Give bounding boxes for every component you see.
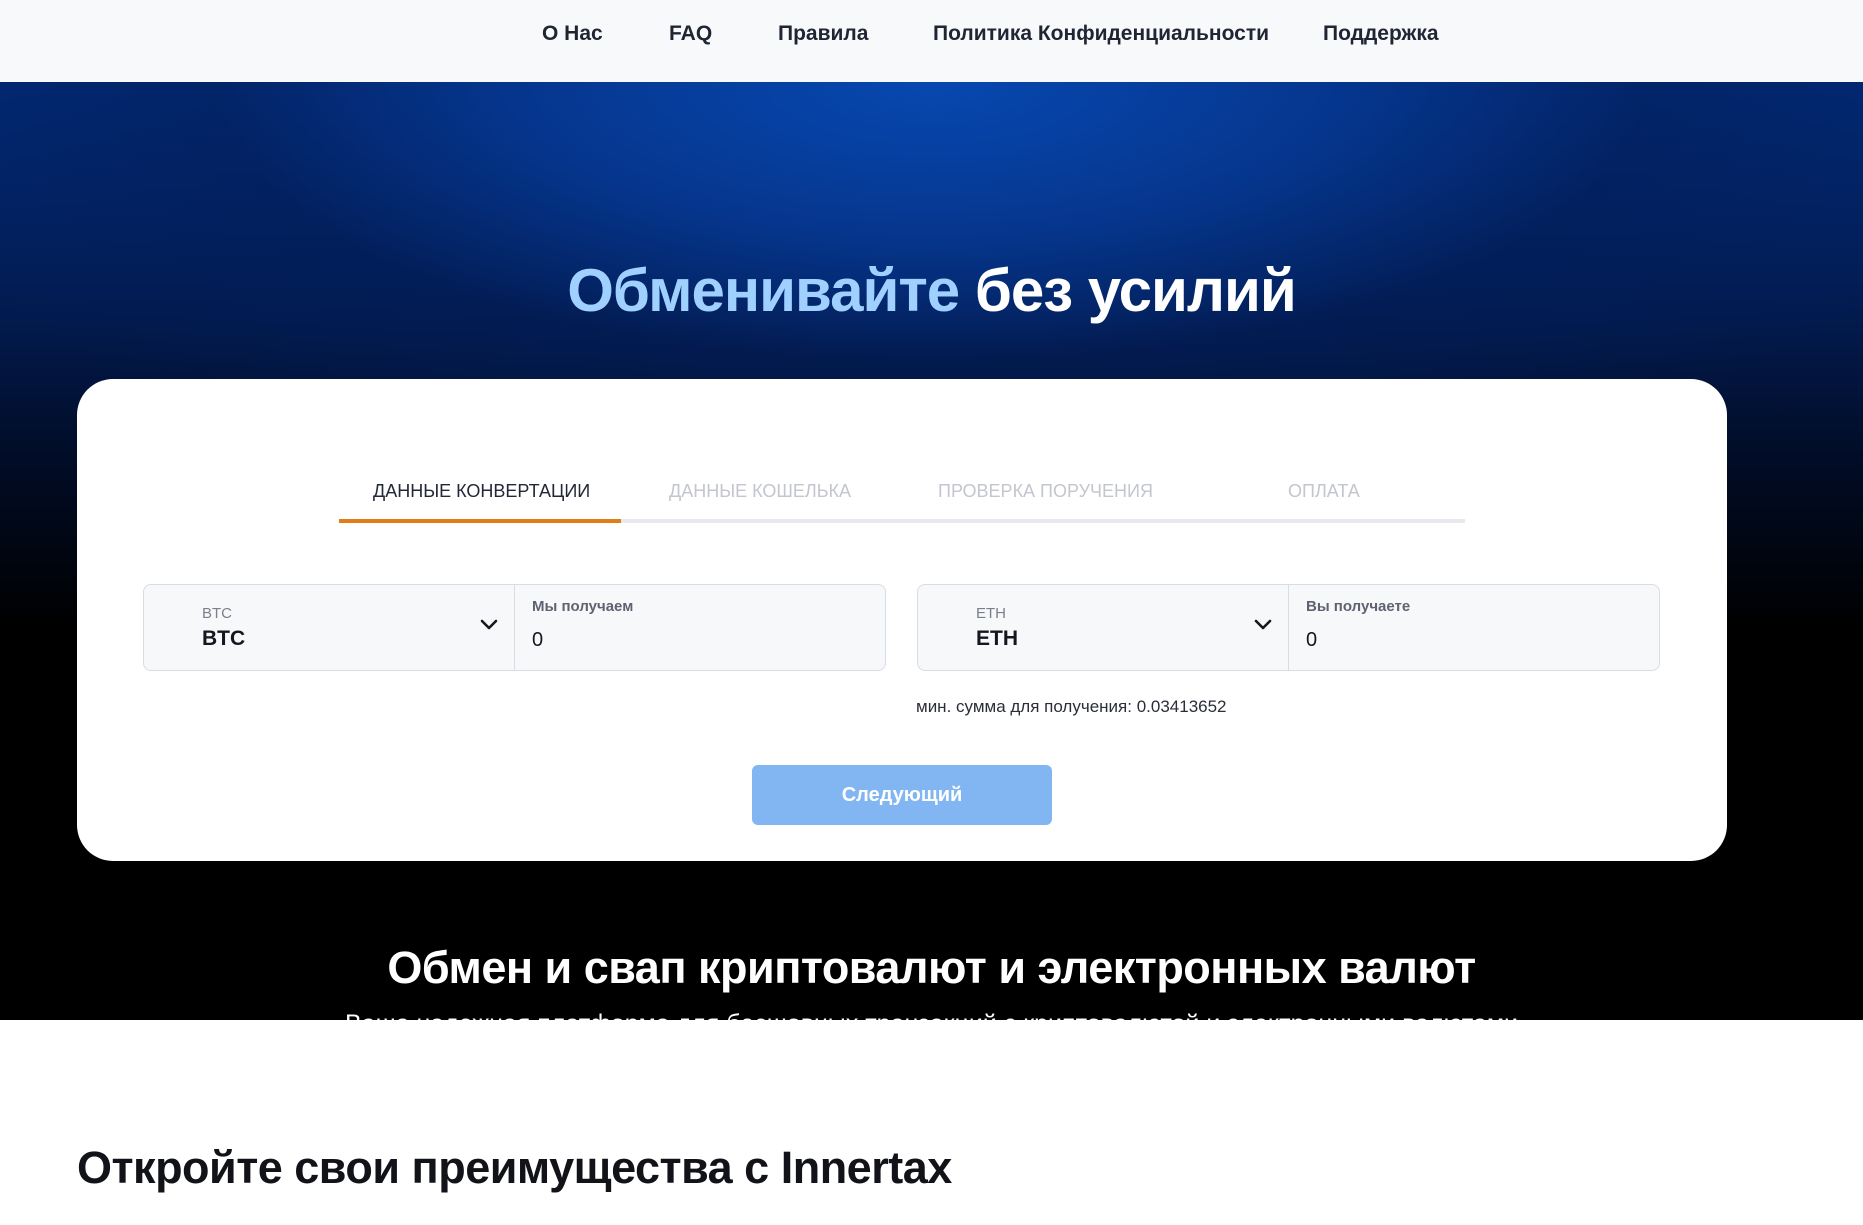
receive-currency-value: ETH bbox=[976, 627, 1018, 650]
top-nav: О Нас FAQ Правила Политика Конфиденциаль… bbox=[0, 0, 1863, 82]
nav-link-support[interactable]: Поддержка bbox=[1323, 22, 1439, 46]
receive-amount-label: Вы получаете bbox=[1306, 598, 1411, 615]
nav-link-privacy-policy[interactable]: Политика Конфиденциальности bbox=[933, 22, 1269, 46]
next-button[interactable]: Следующий bbox=[752, 765, 1052, 825]
section-subtitle: Ваша надежная платформа для бесшовных тр… bbox=[344, 1010, 1518, 1038]
nav-link-faq[interactable]: FAQ bbox=[669, 22, 712, 46]
hero-title-accent: Обменивайте bbox=[567, 257, 960, 324]
nav-link-rules[interactable]: Правила bbox=[778, 22, 868, 46]
active-tab-indicator bbox=[339, 519, 621, 523]
exchange-card: Данные конвертации Данные кошелька Прове… bbox=[77, 379, 1727, 861]
send-amount-input[interactable] bbox=[530, 625, 864, 655]
benefits-title: Откройте свои преимущества с Innertax bbox=[77, 1142, 952, 1193]
hero-title-rest: без усилий bbox=[974, 257, 1297, 324]
hero-section: Обменивайте без усилий Данные конвертаци… bbox=[0, 82, 1863, 1038]
hero-title: Обменивайте без усилий bbox=[0, 256, 1863, 325]
chevron-down-icon[interactable] bbox=[480, 619, 498, 631]
send-field-group: BTC BTC Мы получаем bbox=[143, 584, 886, 671]
send-currency-value: BTC bbox=[202, 627, 246, 650]
min-amount-note: мин. сумма для получения: 0.03413652 bbox=[916, 697, 1227, 716]
chevron-down-icon[interactable] bbox=[1254, 619, 1272, 631]
send-currency-caption: BTC bbox=[202, 605, 232, 622]
receive-currency-caption: ETH bbox=[976, 605, 1006, 622]
tab-conversion-data[interactable]: Данные конвертации bbox=[373, 481, 590, 502]
tab-wallet-data[interactable]: Данные кошелька bbox=[669, 481, 851, 502]
receive-currency-select[interactable]: ETH ETH bbox=[918, 585, 1289, 670]
tab-payment[interactable]: Оплата bbox=[1288, 481, 1360, 502]
receive-field-group: ETH ETH Вы получаете bbox=[917, 584, 1660, 671]
send-amount-label: Мы получаем bbox=[532, 598, 634, 615]
tab-order-check[interactable]: Проверка поручения bbox=[938, 481, 1153, 502]
nav-link-about[interactable]: О Нас bbox=[542, 22, 603, 46]
send-currency-select[interactable]: BTC BTC bbox=[144, 585, 515, 670]
receive-amount-input[interactable] bbox=[1304, 625, 1638, 655]
section-title: Обмен и свап криптовалют и электронных в… bbox=[387, 942, 1476, 993]
